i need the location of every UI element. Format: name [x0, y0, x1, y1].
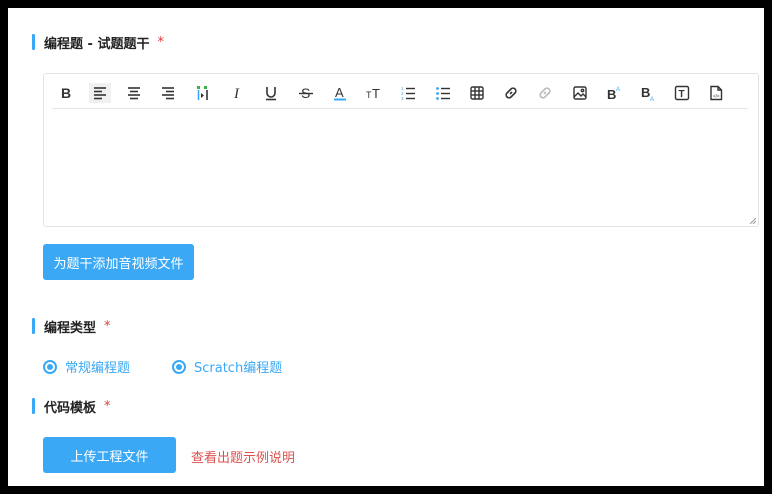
example-help-link[interactable]: 查看出题示例说明 [191, 447, 295, 466]
svg-text:3: 3 [401, 96, 404, 101]
svg-text:T: T [372, 86, 380, 101]
italic-icon[interactable]: I [226, 83, 248, 103]
required-mark: * [157, 34, 164, 50]
bold-icon[interactable]: B [55, 83, 77, 103]
radio-checked-icon [172, 359, 186, 374]
required-mark: * [104, 398, 111, 414]
form-panel: 编程题 - 试题题干 * B I A T T 1 2 3 B A B A T <… [8, 8, 764, 486]
subscript-icon[interactable]: BA [637, 83, 659, 103]
link-icon[interactable] [500, 83, 522, 103]
section-marker [32, 34, 35, 50]
radio-regular[interactable]: 常规编程题 [43, 357, 130, 376]
table-icon[interactable] [466, 83, 488, 103]
upload-project-button[interactable]: 上传工程文件 [43, 437, 176, 473]
underline-icon[interactable] [260, 83, 282, 103]
unordered-list-icon[interactable] [432, 83, 454, 103]
svg-text:B: B [641, 85, 650, 100]
radio-scratch[interactable]: Scratch编程题 [172, 357, 282, 376]
section-marker [32, 398, 35, 414]
section-marker [32, 318, 35, 334]
svg-text:</>: </> [713, 94, 720, 99]
section-title-text: 代码模板 [44, 400, 97, 416]
ordered-list-icon[interactable]: 123 [397, 83, 419, 103]
align-left-icon[interactable] [89, 83, 111, 103]
radio-label: 常规编程题 [65, 361, 131, 376]
rich-text-editor[interactable]: B I S A [43, 73, 759, 227]
align-center-icon[interactable] [123, 83, 145, 103]
strikethrough-icon[interactable]: S [295, 83, 317, 103]
image-icon[interactable] [569, 83, 591, 103]
section-title-type: 编程类型 * [32, 318, 111, 336]
align-right-icon[interactable] [157, 83, 179, 103]
radio-checked-icon [43, 359, 57, 374]
add-media-button[interactable]: 为题干添加音视频文件 [43, 244, 194, 280]
section-title-text: 编程类型 [44, 320, 97, 336]
svg-text:A: A [650, 97, 654, 101]
section-title-stem: 编程题 - 试题题干 * [32, 34, 164, 52]
radio-label: Scratch编程题 [194, 361, 283, 376]
section-title-template: 代码模板 * [32, 398, 111, 416]
resize-handle-icon[interactable] [750, 218, 756, 224]
svg-text:T: T [679, 89, 685, 100]
svg-text:A: A [335, 85, 344, 100]
unlink-icon[interactable] [534, 83, 556, 103]
file-icon[interactable]: </> [705, 83, 727, 103]
required-mark: * [104, 318, 111, 334]
svg-text:A: A [616, 87, 620, 93]
line-height-icon[interactable] [192, 83, 214, 103]
svg-text:I: I [233, 86, 240, 101]
text-box-icon[interactable]: T [671, 83, 693, 103]
font-color-icon[interactable]: A [329, 83, 351, 103]
section-title-text: 编程题 - 试题题干 [44, 36, 150, 52]
font-size-icon[interactable]: TT [363, 83, 385, 103]
svg-text:B: B [61, 85, 71, 101]
svg-text:B: B [607, 87, 616, 101]
editor-toolbar: B I S A [52, 78, 748, 109]
superscript-icon[interactable]: BA [603, 83, 625, 103]
